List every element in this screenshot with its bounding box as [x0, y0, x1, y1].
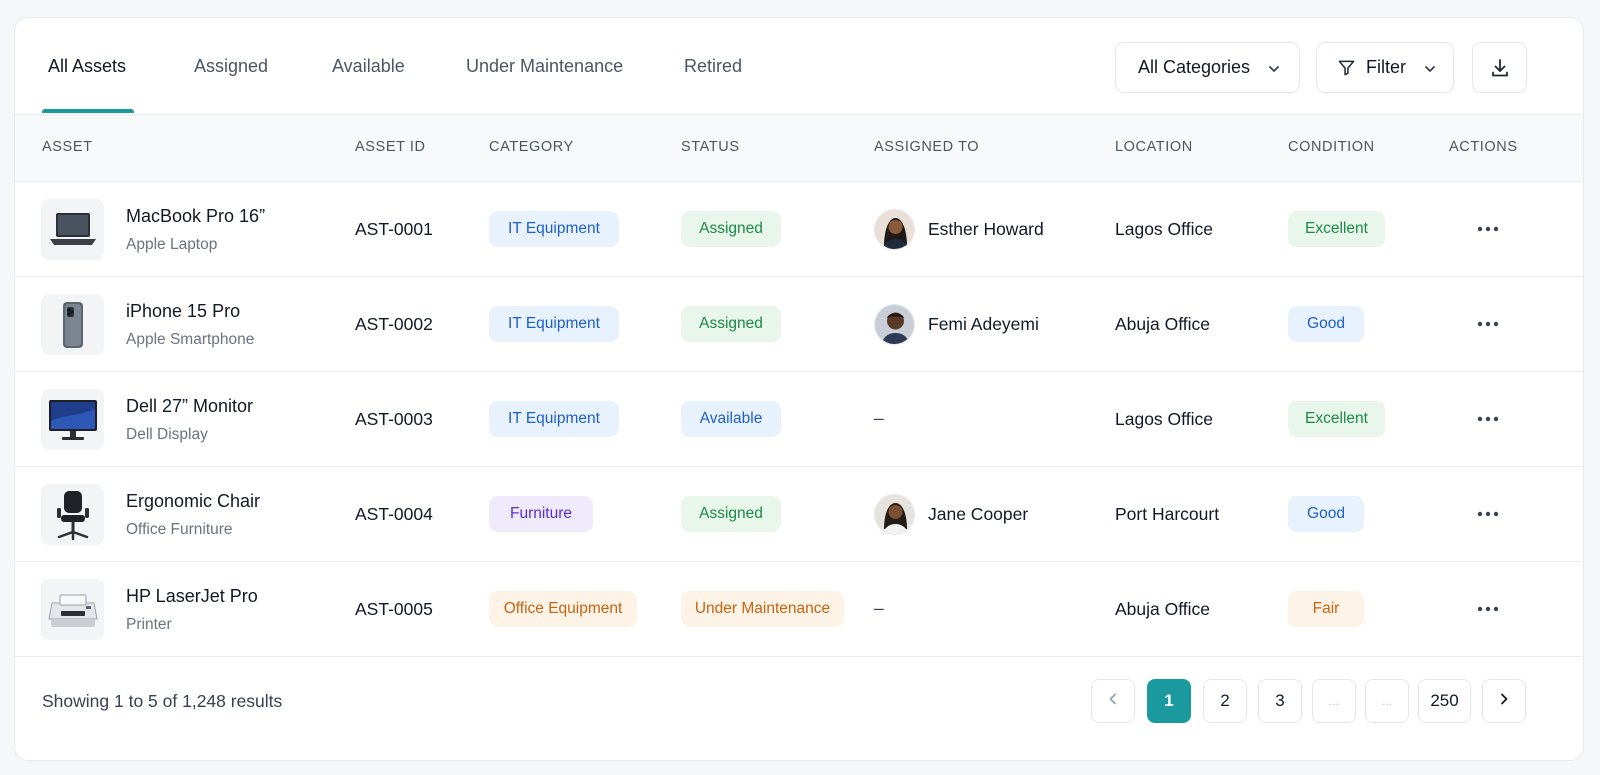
page-button-3[interactable]: 3: [1258, 679, 1302, 723]
column-header-location[interactable]: LOCATION: [1115, 139, 1193, 155]
page-button-1[interactable]: 1: [1147, 679, 1191, 723]
active-tab-indicator: [42, 109, 134, 113]
category-select-label: All Categories: [1138, 57, 1251, 77]
monitor-icon: [41, 389, 104, 450]
table-header: ASSET ASSET ID CATEGORY STATUS ASSIGNED …: [15, 114, 1583, 182]
assignee-name[interactable]: Esther Howard: [928, 219, 1044, 240]
avatar: [874, 494, 915, 535]
asset-subtitle: Dell Display: [126, 426, 208, 443]
printer-icon: [41, 579, 104, 640]
more-actions-icon[interactable]: [1473, 500, 1503, 528]
assets-card: All Assets Assigned Available Under Main…: [14, 17, 1584, 761]
location: Lagos Office: [1115, 409, 1213, 429]
location: Abuja Office: [1115, 599, 1211, 619]
location: Lagos Office: [1115, 219, 1213, 239]
asset-name[interactable]: MacBook Pro 16”: [126, 206, 265, 227]
asset-id: AST-0004: [355, 504, 433, 524]
tab-retired[interactable]: Retired: [684, 56, 742, 77]
status-badge: Assigned: [681, 211, 781, 247]
table-row[interactable]: Dell 27” Monitor Dell Display AST-0003 I…: [15, 372, 1583, 467]
table-row[interactable]: Ergonomic Chair Office Furniture AST-000…: [15, 467, 1583, 562]
more-actions-icon[interactable]: [1473, 215, 1503, 243]
chevron-down-icon: [1267, 62, 1281, 76]
asset-name[interactable]: Dell 27” Monitor: [126, 396, 253, 417]
asset-subtitle: Printer: [126, 616, 172, 633]
avatar: [874, 209, 915, 250]
prev-page-button[interactable]: [1091, 679, 1135, 723]
more-actions-icon[interactable]: [1473, 310, 1503, 338]
category-badge: IT Equipment: [489, 306, 619, 342]
page-ellipsis: ...: [1312, 679, 1356, 723]
category-select[interactable]: All Categories: [1115, 42, 1300, 93]
column-header-status[interactable]: STATUS: [681, 139, 740, 155]
download-button[interactable]: [1472, 42, 1527, 93]
asset-id: AST-0003: [355, 409, 433, 429]
asset-subtitle: Office Furniture: [126, 521, 233, 538]
next-page-button[interactable]: [1482, 679, 1526, 723]
smartphone-icon: [41, 294, 104, 355]
chevron-down-icon: [1423, 62, 1437, 76]
asset-id: AST-0002: [355, 314, 433, 334]
tab-available[interactable]: Available: [332, 56, 405, 77]
table-body: MacBook Pro 16” Apple Laptop AST-0001 IT…: [15, 182, 1583, 657]
more-actions-icon[interactable]: [1473, 595, 1503, 623]
avatar: [874, 304, 915, 345]
assignee-empty: –: [874, 408, 884, 428]
status-badge: Under Maintenance: [681, 591, 844, 627]
chevron-right-icon: [1497, 691, 1511, 711]
column-header-condition[interactable]: CONDITION: [1288, 139, 1375, 155]
condition-badge: Excellent: [1288, 401, 1385, 437]
page-button-250[interactable]: 250: [1418, 679, 1471, 723]
column-header-asset-id[interactable]: ASSET ID: [355, 139, 426, 155]
chair-icon: [41, 484, 104, 545]
tab-assigned[interactable]: Assigned: [194, 56, 268, 77]
asset-name[interactable]: iPhone 15 Pro: [126, 301, 240, 322]
asset-subtitle: Apple Smartphone: [126, 331, 255, 348]
location: Port Harcourt: [1115, 504, 1220, 524]
more-actions-icon[interactable]: [1473, 405, 1503, 433]
results-summary: Showing 1 to 5 of 1,248 results: [42, 691, 283, 711]
toolbar: All Assets Assigned Available Under Main…: [15, 18, 1583, 114]
table-row[interactable]: MacBook Pro 16” Apple Laptop AST-0001 IT…: [15, 182, 1583, 277]
assignee-name[interactable]: Femi Adeyemi: [928, 314, 1039, 335]
status-badge: Assigned: [681, 306, 781, 342]
status-badge: Available: [681, 401, 781, 437]
asset-name[interactable]: Ergonomic Chair: [126, 491, 260, 512]
column-header-assigned-to[interactable]: ASSIGNED TO: [874, 139, 979, 155]
laptop-icon: [41, 199, 104, 260]
table-row[interactable]: iPhone 15 Pro Apple Smartphone AST-0002 …: [15, 277, 1583, 372]
chevron-left-icon: [1106, 691, 1120, 711]
assignee-empty: –: [874, 598, 884, 618]
assignee-name[interactable]: Jane Cooper: [928, 504, 1028, 525]
condition-badge: Fair: [1288, 591, 1364, 627]
filter-label: Filter: [1366, 57, 1406, 77]
location: Abuja Office: [1115, 314, 1211, 334]
asset-subtitle: Apple Laptop: [126, 236, 218, 253]
asset-id: AST-0001: [355, 219, 433, 239]
tab-under-maintenance[interactable]: Under Maintenance: [466, 56, 623, 77]
condition-badge: Excellent: [1288, 211, 1385, 247]
condition-badge: Good: [1288, 306, 1364, 342]
filter-button[interactable]: Filter: [1316, 42, 1454, 93]
category-badge: IT Equipment: [489, 401, 619, 437]
asset-id: AST-0005: [355, 599, 433, 619]
status-badge: Assigned: [681, 496, 781, 532]
filter-icon: [1337, 58, 1356, 77]
column-header-actions: ACTIONS: [1449, 139, 1518, 155]
category-badge: IT Equipment: [489, 211, 619, 247]
asset-name[interactable]: HP LaserJet Pro: [126, 586, 258, 607]
column-header-category[interactable]: CATEGORY: [489, 139, 574, 155]
page-button-2[interactable]: 2: [1203, 679, 1247, 723]
category-badge: Furniture: [489, 496, 593, 532]
page-ellipsis: ...: [1365, 679, 1409, 723]
table-row[interactable]: HP LaserJet Pro Printer AST-0005 Office …: [15, 562, 1583, 657]
condition-badge: Good: [1288, 496, 1364, 532]
download-icon: [1489, 57, 1511, 79]
category-badge: Office Equipment: [489, 591, 637, 627]
column-header-asset[interactable]: ASSET: [42, 139, 93, 155]
tab-all-assets[interactable]: All Assets: [48, 56, 126, 77]
